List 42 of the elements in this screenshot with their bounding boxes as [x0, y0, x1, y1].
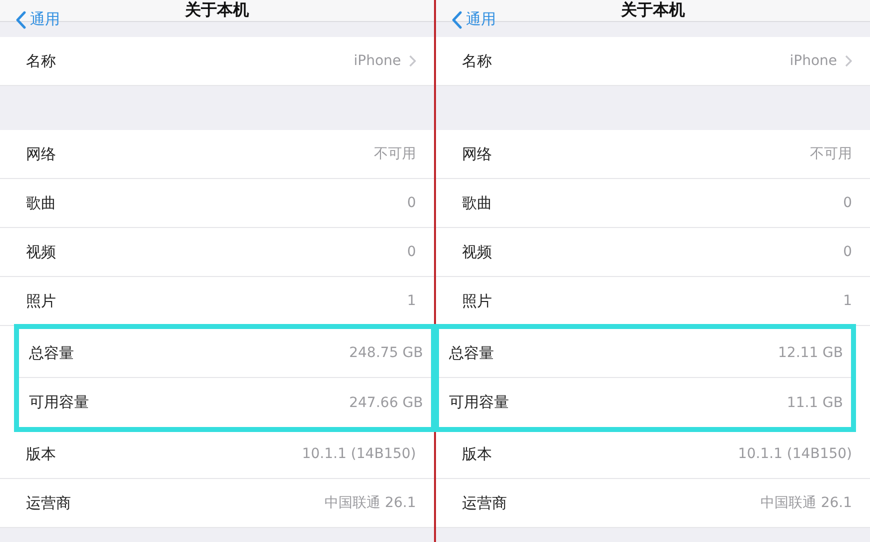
row-label: 运营商: [462, 494, 507, 512]
row-value: 1: [407, 293, 416, 309]
back-chevron-icon: [452, 10, 462, 28]
row-value: 0: [843, 244, 852, 260]
row-value: 11.1 GB: [786, 394, 843, 410]
row-value: 10.1.1 (14B150): [738, 446, 852, 462]
row-label: 版本: [462, 444, 492, 464]
row-label: 名称: [462, 52, 492, 70]
row-value: 中国联通 26.1: [760, 494, 852, 512]
row-value: 0: [843, 195, 852, 211]
row-label: 网络: [462, 144, 492, 164]
row-label: 网络: [26, 144, 56, 164]
back-chevron-icon: [16, 10, 26, 28]
row-label: 名称: [26, 52, 56, 70]
row-label: 可用容量: [29, 393, 89, 412]
row-label: 视频: [462, 242, 492, 262]
row-label: 歌曲: [26, 194, 56, 212]
nav-title: 关于本机: [621, 0, 685, 21]
row-label: 总容量: [29, 344, 74, 362]
row-value: iPhone: [354, 53, 401, 69]
row-label: 运营商: [26, 494, 71, 512]
row-value: 248.75 GB: [349, 345, 423, 361]
row-value: 0: [407, 244, 416, 260]
row-value: 247.66 GB: [349, 394, 423, 410]
row-label: 可用容量: [449, 393, 509, 412]
row-value: 不可用: [374, 145, 416, 163]
row-label: 总容量: [449, 344, 494, 362]
back-button[interactable]: 通用: [16, 10, 60, 29]
row-value: 0: [407, 195, 416, 211]
row-label: 照片: [462, 292, 492, 310]
row-value: 12.11 GB: [778, 345, 843, 361]
row-value: 10.1.1 (14B150): [302, 446, 416, 462]
row-label: 视频: [26, 242, 56, 262]
row-value: iPhone: [790, 53, 837, 69]
row-label: 照片: [26, 292, 56, 310]
nav-title: 关于本机: [185, 0, 249, 21]
row-label: 版本: [26, 444, 56, 464]
row-value: 不可用: [810, 145, 852, 163]
back-button[interactable]: 通用: [452, 10, 496, 29]
row-value: 1: [843, 293, 852, 309]
row-label: 歌曲: [462, 194, 492, 212]
row-value: 中国联通 26.1: [324, 494, 416, 512]
